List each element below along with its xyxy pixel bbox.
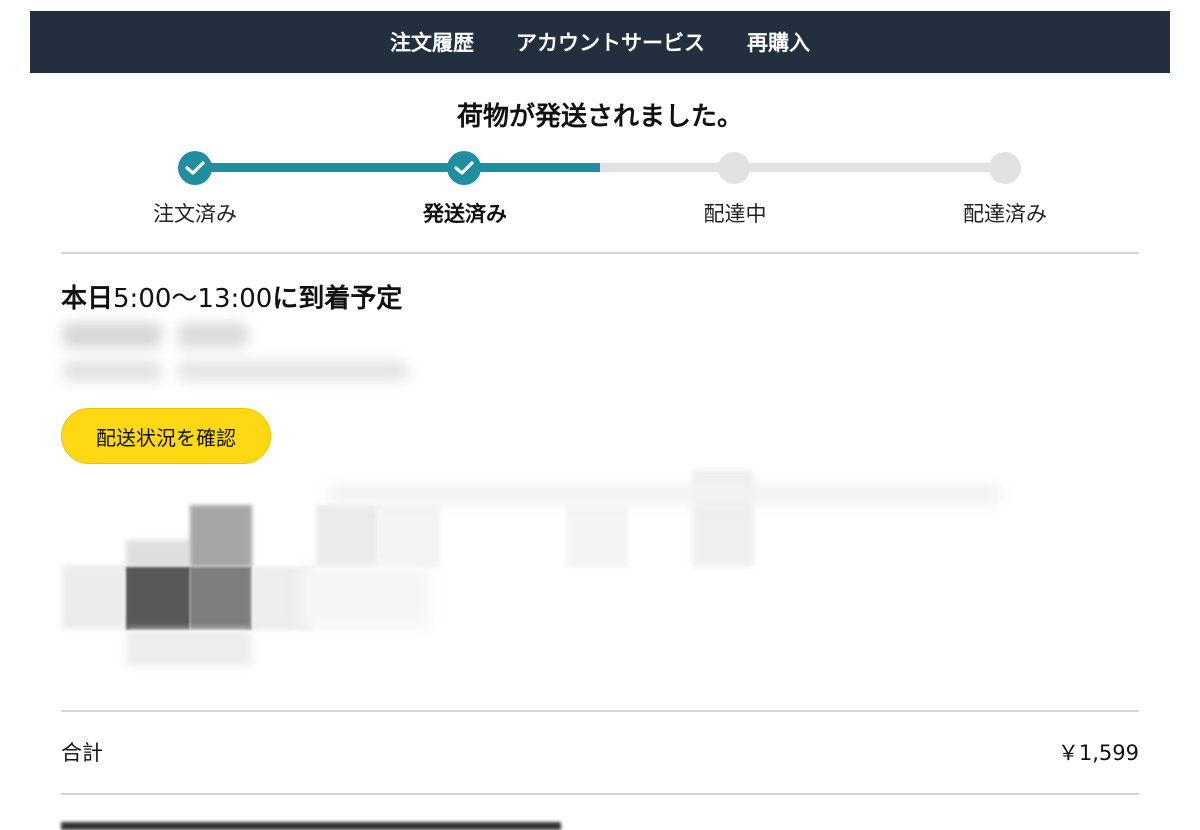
check-icon (454, 161, 474, 175)
section-divider (61, 793, 1139, 795)
section-divider (61, 710, 1139, 712)
nav-account-service[interactable]: アカウントサービス (516, 27, 705, 57)
progress-bar-filled (195, 163, 600, 172)
section-divider (61, 252, 1139, 254)
arrival-prefix: 本日 (61, 284, 114, 314)
total-label: 合計 (61, 741, 103, 765)
step-label-in-transit: 配達中 (703, 202, 767, 226)
step-label-delivered: 配達済み (963, 202, 1047, 226)
shipment-status-title: 荷物が発送されました。 (456, 102, 743, 132)
step-label-shipped: 発送済み (423, 202, 507, 226)
step-ordered-dot (178, 151, 212, 185)
nav-order-history[interactable]: 注文履歴 (390, 27, 474, 57)
step-in-transit-dot (718, 152, 750, 184)
arrival-time: 5:00〜13:00 (113, 284, 273, 314)
step-shipped-dot (447, 151, 481, 185)
step-label-ordered: 注文済み (153, 202, 237, 226)
arrival-suffix: に到着予定 (272, 284, 403, 314)
track-package-button[interactable]: 配送状況を確認 (61, 408, 271, 464)
check-icon (185, 161, 205, 175)
total-value: ￥1,599 (1057, 741, 1139, 765)
nav-rebuy[interactable]: 再購入 (747, 27, 810, 57)
progress-bar-remaining (600, 163, 1005, 172)
top-navbar: 注文履歴 アカウントサービス 再購入 (30, 11, 1170, 73)
arrival-estimate: 本日5:00〜13:00に到着予定 (61, 278, 402, 315)
step-delivered-dot (989, 152, 1021, 184)
